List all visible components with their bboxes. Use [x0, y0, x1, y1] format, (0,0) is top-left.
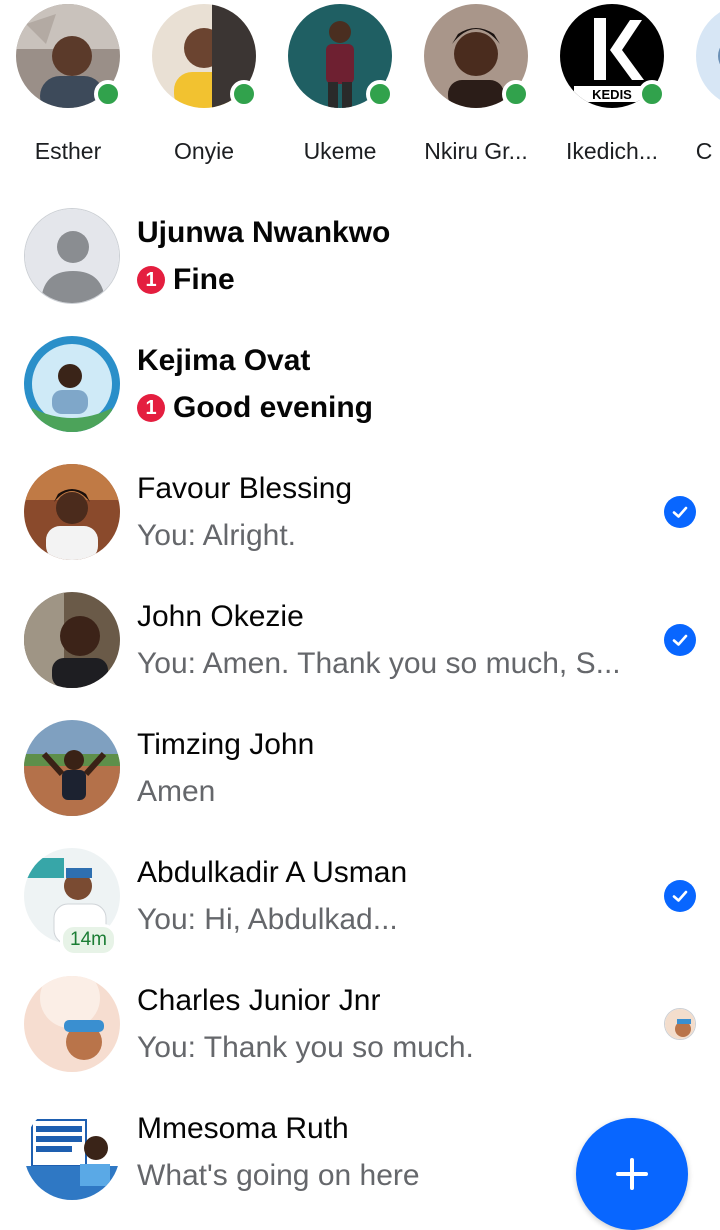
chat-name: Abdulkadir A Usman — [137, 856, 408, 889]
story-name: Esther — [34, 138, 102, 164]
online-indicator — [230, 80, 258, 108]
chat-preview: 1 Good evening — [137, 391, 373, 425]
chat-name: Mmesoma Ruth — [137, 1112, 349, 1145]
unread-count-badge: 1 — [137, 266, 165, 294]
unread-count-badge: 1 — [137, 394, 165, 422]
chat-name: Ujunwa Nwankwo — [137, 216, 391, 249]
story-nkiru[interactable]: Nkiru Gr... — [408, 4, 544, 180]
chat-message: Amen — [137, 775, 216, 808]
chat-name: Favour Blessing — [137, 472, 353, 505]
chat-name: Kejima Ovat — [137, 344, 311, 377]
sent-check-icon — [664, 624, 696, 656]
seen-avatar-icon — [664, 1008, 696, 1040]
chat-row[interactable]: Charles Junior Jnr You: Thank you so muc… — [0, 960, 720, 1088]
chat-name: Timzing John — [137, 728, 315, 761]
story-name: Onyie — [173, 138, 235, 164]
avatar — [24, 720, 120, 816]
avatar — [24, 464, 120, 560]
online-indicator — [94, 80, 122, 108]
chat-message: You: Amen. Thank you so much, S... — [137, 647, 621, 680]
avatar — [24, 208, 120, 304]
avatar-partial — [696, 4, 720, 108]
online-indicator — [366, 80, 394, 108]
avatar — [24, 1104, 120, 1200]
story-esther[interactable]: Esther — [0, 4, 136, 180]
chat-row[interactable]: Favour Blessing You: Alright. — [0, 448, 720, 576]
sent-check-icon — [664, 880, 696, 912]
logo-text: KEDIS — [592, 87, 632, 102]
story-partial[interactable]: C — [680, 4, 720, 180]
chat-name: Charles Junior Jnr — [137, 984, 381, 1017]
chat-row[interactable]: Ujunwa Nwankwo 1 Fine — [0, 192, 720, 320]
chat-row[interactable]: 14m Abdulkadir A Usman You: Hi, Abdulkad… — [0, 832, 720, 960]
chat-message: You: Thank you so much. — [137, 1031, 474, 1064]
chat-row[interactable]: John Okezie You: Amen. Thank you so much… — [0, 576, 720, 704]
chat-preview: 1 Fine — [137, 263, 235, 297]
story-ukeme[interactable]: Ukeme — [272, 4, 408, 180]
active-time-badge: 14m — [60, 924, 117, 956]
sent-check-icon — [664, 496, 696, 528]
chat-row[interactable]: Timzing John Amen — [0, 704, 720, 832]
avatar — [24, 592, 120, 688]
story-name: Ukeme — [303, 138, 377, 164]
avatar — [24, 976, 120, 1072]
chat-row[interactable]: Kejima Ovat 1 Good evening — [0, 320, 720, 448]
chat-name: John Okezie — [137, 600, 304, 633]
story-name: C — [695, 138, 713, 164]
chat-message: What's going on here — [137, 1159, 420, 1192]
chat-message: Good evening — [173, 391, 374, 424]
chat-message: You: Hi, Abdulkad... — [137, 903, 398, 936]
active-stories-row: Esther Onyie Ukeme Nkiru Gr... KEDIS Ike… — [0, 0, 720, 180]
story-name: Nkiru Gr... — [424, 138, 528, 164]
new-message-button[interactable] — [576, 1118, 688, 1230]
online-indicator — [502, 80, 530, 108]
plus-icon — [616, 1158, 648, 1190]
chat-message: You: Alright. — [137, 519, 297, 552]
avatar — [24, 336, 120, 432]
story-onyie[interactable]: Onyie — [136, 4, 272, 180]
online-indicator — [638, 80, 666, 108]
chat-message: Fine — [173, 263, 235, 296]
